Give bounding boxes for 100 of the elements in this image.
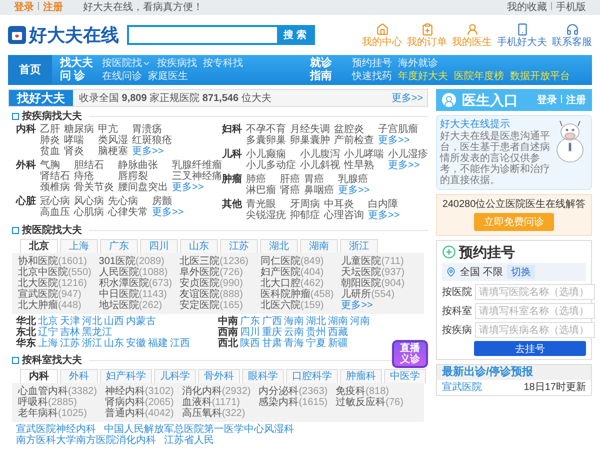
shortcut-link[interactable]: 联系客服 [552, 22, 592, 48]
hospital-link[interactable]: 301医院(2089) [98, 256, 176, 267]
disease-link[interactable]: 痔疮 [74, 171, 114, 182]
disease-link[interactable]: 小儿斜视 [300, 160, 340, 171]
disease-link[interactable]: 心理咨询 [324, 210, 364, 221]
hospital-link[interactable]: 天坛医院(937) [341, 267, 418, 278]
more-link[interactable]: 更多>> [338, 185, 370, 196]
province-link[interactable]: 贵州 [306, 327, 326, 338]
province-link[interactable]: 河北 [82, 316, 102, 327]
hospital-link[interactable]: 北京中医院(550) [18, 267, 95, 278]
disease-link[interactable]: 性早熟 [344, 160, 384, 171]
disease-link[interactable]: 糖尿病 [64, 124, 94, 135]
disease-link[interactable]: 肾结石 [40, 171, 70, 182]
disease-link[interactable]: 小儿哮喘 [344, 149, 384, 160]
department-link[interactable]: 肾病内科(2065) [104, 397, 174, 408]
disease-link[interactable]: 中耳炎 [324, 199, 364, 210]
province-tab[interactable]: 江苏 [220, 239, 258, 253]
disease-link[interactable]: 胃溃疡 [132, 124, 172, 135]
province-link[interactable]: 青海 [284, 338, 304, 349]
department-tab[interactable]: 口腔科学 [286, 369, 338, 383]
hospital-link[interactable]: 妇产医院(404) [260, 267, 338, 278]
disease-link[interactable]: 多囊卵巢 [246, 135, 286, 146]
shortcut-link[interactable]: 手机好大夫 [497, 22, 547, 48]
disease-link[interactable]: 小儿腹泻 [300, 149, 340, 160]
switch-button[interactable]: 切换 [506, 265, 535, 279]
province-tab[interactable]: 广东 [100, 239, 138, 253]
province-link[interactable]: 湖南 [328, 316, 348, 327]
disease-link[interactable]: 类风湿 [98, 135, 128, 146]
disease-link[interactable]: 乙肝 [40, 124, 60, 135]
disease-link[interactable]: 哮喘 [64, 135, 94, 146]
more-link[interactable]: 更多>> [152, 207, 184, 218]
more-link[interactable]: 更多>> [388, 160, 428, 171]
hospital-link[interactable]: 协和医院(1601) [18, 256, 95, 267]
province-tab[interactable]: 浙江 [340, 239, 378, 253]
hospital-link[interactable]: 友谊医院(888) [180, 289, 256, 300]
hospital-link[interactable]: 宣武医院(947) [18, 289, 95, 300]
province-link[interactable]: 云南 [284, 327, 304, 338]
disease-link[interactable]: 颈椎病 [40, 182, 70, 193]
province-link[interactable]: 四川 [240, 327, 260, 338]
hospital-link[interactable]: 人民医院(1088) [98, 267, 176, 278]
department-link[interactable]: 神经内科(3102) [104, 386, 174, 397]
hospital-link[interactable]: 北医六院(159) [260, 300, 338, 311]
department-link[interactable]: 老年病科(1025) [18, 408, 97, 419]
disease-link[interactable]: 高血压 [40, 207, 70, 218]
disease-link[interactable]: 小儿多动症 [246, 160, 296, 171]
province-link[interactable]: 海南 [284, 316, 304, 327]
province-link[interactable]: 安徽 [126, 338, 146, 349]
featured-department-link[interactable]: 中国人民解放军总医院第一医学中心风湿科 [104, 424, 294, 435]
disease-link[interactable]: 心律失常 [108, 207, 148, 218]
disease-link[interactable]: 心肌病 [74, 207, 104, 218]
disease-link[interactable]: 胆结石 [74, 160, 114, 171]
department-tab[interactable]: 骨外科 [198, 369, 240, 383]
featured-department-link[interactable]: 江苏省人民 [164, 435, 214, 446]
input-field[interactable]: 请填写疾病名称（选填） [475, 322, 595, 338]
hospital-link[interactable]: 医科院肿瘤(458) [260, 289, 338, 300]
province-link[interactable]: 江西 [170, 338, 190, 349]
province-link[interactable]: 内蒙古 [126, 316, 156, 327]
department-link[interactable]: 内分泌科(2363) [258, 386, 328, 397]
input-field[interactable]: 请填写医院名称（选填） [475, 284, 595, 300]
disease-link[interactable]: 鼻咽癌 [304, 185, 334, 196]
disease-link[interactable]: 脑梗塞 [98, 146, 128, 157]
province-link[interactable]: 陕西 [240, 338, 260, 349]
department-tab[interactable]: 外科 [60, 369, 98, 383]
department-link[interactable]: 高压氧科(322) [182, 408, 251, 419]
disease-link[interactable]: 卵巢囊肿 [290, 135, 330, 146]
province-link[interactable]: 宁夏 [306, 338, 326, 349]
department-link[interactable]: 心血管内科(3382) [18, 386, 97, 397]
disease-link[interactable]: 红斑狼疮 [132, 135, 172, 146]
province-link[interactable]: 河南 [350, 316, 370, 327]
province-link[interactable]: 天津 [60, 316, 80, 327]
book-button[interactable]: 去挂号 [474, 341, 586, 356]
province-link[interactable]: 湖北 [306, 316, 326, 327]
department-link[interactable]: 过敏反应科(76) [336, 397, 404, 408]
more-link[interactable]: 更多>> [391, 92, 423, 104]
province-link[interactable]: 浙江 [82, 338, 102, 349]
hospital-link[interactable]: 安贞医院(990) [180, 278, 256, 289]
hospital-link[interactable]: 儿研所(554) [341, 289, 418, 300]
disease-link[interactable]: 腰间盘突出 [118, 182, 168, 193]
more-link[interactable]: 更多>> [132, 146, 172, 157]
department-link[interactable]: 呼吸科(2885) [18, 397, 97, 408]
disease-link[interactable]: 肺癌 [246, 174, 276, 185]
hospital-link[interactable]: 朝阳医院(904) [341, 278, 418, 289]
province-link[interactable]: 江苏 [60, 338, 80, 349]
disease-link[interactable]: 先心病 [108, 196, 148, 207]
province-tab[interactable]: 湖北 [260, 239, 298, 253]
more-link[interactable]: 更多>> [341, 300, 418, 311]
input-field[interactable]: 请填写科室名称（选填） [475, 303, 595, 319]
department-tab[interactable]: 儿科学 [154, 369, 196, 383]
disease-link[interactable]: 肾癌 [280, 185, 300, 196]
disease-link[interactable]: 冠心病 [40, 196, 70, 207]
disease-link[interactable]: 小儿癫痫 [246, 149, 296, 160]
hospital-link[interactable]: 中日医院(1143) [98, 289, 176, 300]
top-link[interactable]: 我的收藏 [507, 2, 547, 13]
disease-link[interactable]: 静脉曲张 [118, 160, 168, 171]
department-link[interactable]: 普通内科(4042) [104, 408, 174, 419]
hospital-link[interactable]: 北医三院(1236) [180, 256, 256, 267]
hospital-link[interactable]: 地坛医院(262) [98, 300, 176, 311]
live-clinic-badge[interactable]: 直播 义诊 [392, 340, 428, 368]
province-link[interactable]: 北京 [38, 316, 58, 327]
department-tab[interactable]: 内科 [20, 369, 58, 383]
